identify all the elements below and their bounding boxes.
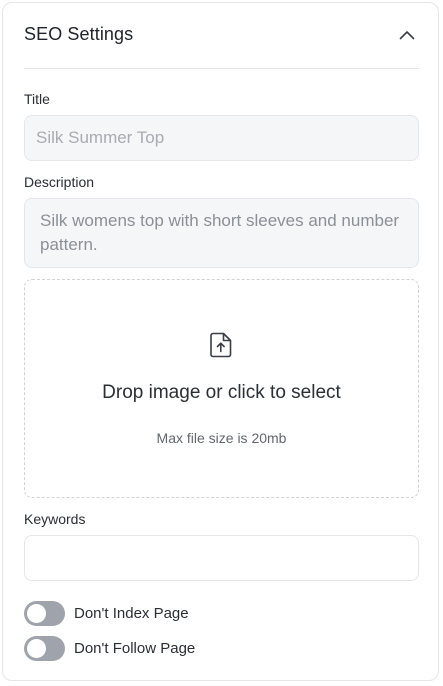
dropzone-prompt: Drop image or click to select bbox=[102, 382, 341, 403]
no-follow-toggle[interactable] bbox=[24, 635, 65, 661]
toggle-row-no-follow: Don't Follow Page bbox=[24, 635, 195, 661]
file-upload-icon bbox=[210, 332, 232, 358]
title-label: Title bbox=[24, 91, 50, 107]
panel-title: SEO Settings bbox=[24, 24, 134, 44]
keywords-label: Keywords bbox=[24, 511, 86, 527]
seo-settings-panel: SEO Settings Title Description Silk wome… bbox=[2, 2, 439, 681]
image-dropzone[interactable]: Drop image or click to select Max file s… bbox=[24, 279, 419, 498]
toggle-row-no-index: Don't Index Page bbox=[24, 600, 189, 626]
no-index-toggle[interactable] bbox=[24, 600, 65, 626]
collapse-button[interactable] bbox=[397, 25, 417, 45]
no-index-label: Don't Index Page bbox=[74, 604, 189, 622]
keywords-input[interactable] bbox=[24, 535, 419, 581]
title-input[interactable] bbox=[24, 115, 419, 161]
description-label: Description bbox=[24, 174, 95, 190]
chevron-up-icon bbox=[399, 31, 415, 40]
panel-header: SEO Settings bbox=[24, 3, 419, 69]
no-follow-label: Don't Follow Page bbox=[74, 639, 196, 657]
dropzone-hint: Max file size is 20mb bbox=[156, 430, 287, 446]
toggle-knob bbox=[27, 603, 46, 623]
toggle-knob bbox=[27, 638, 46, 658]
description-textarea[interactable]: Silk womens top with short sleeves and n… bbox=[24, 198, 419, 268]
